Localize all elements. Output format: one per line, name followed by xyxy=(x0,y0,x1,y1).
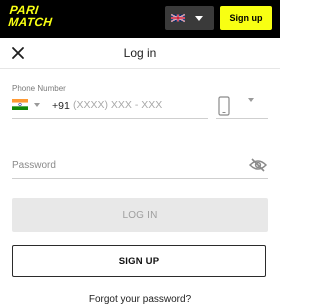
phone-number-input[interactable] xyxy=(73,96,203,114)
india-flag-icon xyxy=(12,99,28,110)
language-selector[interactable] xyxy=(165,6,214,30)
password-input[interactable] xyxy=(12,156,237,174)
chevron-down-icon xyxy=(248,98,254,102)
device-select-underline xyxy=(216,118,268,119)
login-header: Log in xyxy=(0,38,280,69)
phone-number-label: Phone Number xyxy=(12,84,66,93)
signup-button[interactable]: SIGN UP xyxy=(12,245,266,277)
logo-line-2: MATCH xyxy=(7,15,54,29)
login-button[interactable]: LOG IN xyxy=(12,198,268,232)
forgot-password-link[interactable]: Forgot your password? xyxy=(0,294,280,306)
parimatch-logo[interactable]: PARI MATCH xyxy=(7,3,54,29)
top-bar: PARI MATCH Sign up xyxy=(0,0,280,38)
phone-country-prefix: +91 xyxy=(52,100,70,112)
uk-flag-icon xyxy=(171,13,185,23)
password-input-underline xyxy=(12,178,268,179)
page-title: Log in xyxy=(123,46,157,60)
phone-input-underline xyxy=(12,118,208,119)
chevron-down-icon xyxy=(34,103,40,107)
chevron-down-icon xyxy=(195,16,203,21)
smartphone-icon xyxy=(218,96,230,116)
close-icon[interactable] xyxy=(10,45,26,61)
eye-slash-icon[interactable] xyxy=(249,158,267,172)
device-type-select[interactable] xyxy=(216,95,268,117)
signup-top-button[interactable]: Sign up xyxy=(220,6,272,30)
country-code-select[interactable] xyxy=(12,97,44,113)
